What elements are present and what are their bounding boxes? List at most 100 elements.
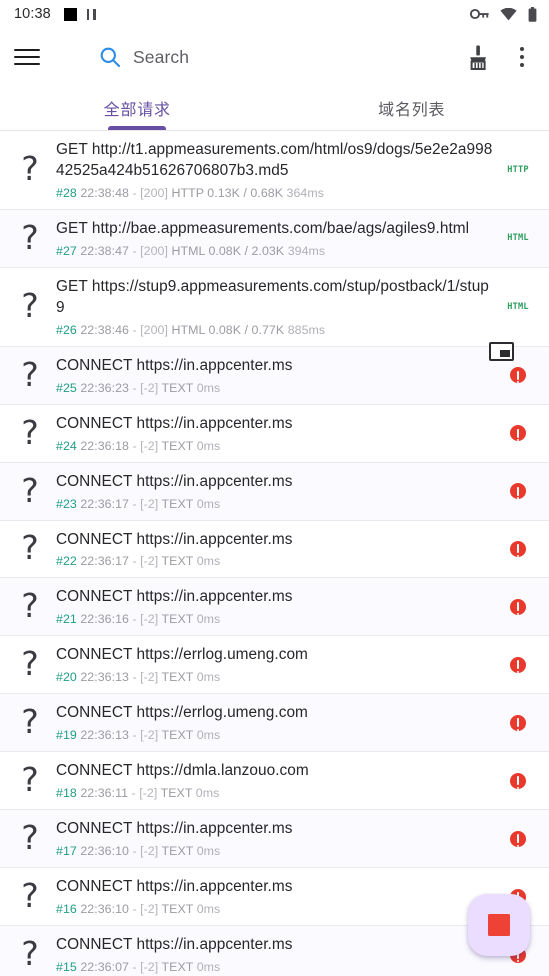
request-index: #26 — [56, 322, 77, 337]
tab-domain-list[interactable]: 域名列表 — [275, 86, 549, 130]
request-url: CONNECT https://in.appcenter.ms — [56, 820, 293, 838]
request-body: CONNECT https://in.appcenter.ms #22 22:36… — [56, 521, 497, 578]
request-body: CONNECT https://in.appcenter.ms #23 22:36… — [56, 463, 497, 520]
request-body: CONNECT https://in.appcenter.ms #16 22:36… — [56, 868, 497, 925]
request-type: TEXT — [161, 612, 194, 627]
request-row[interactable]: ? CONNECT https://errlog.umeng.com #20 22:… — [0, 636, 549, 695]
request-row[interactable]: ? CONNECT https://in.appcenter.ms #17 22:3… — [0, 810, 549, 869]
request-body: CONNECT https://dmla.lanzouo.com #18 22:3… — [56, 752, 497, 809]
request-status: - [-2] — [131, 786, 158, 801]
request-row[interactable]: ? CONNECT https://in.appcenter.ms #25 22:3… — [0, 346, 549, 405]
request-row[interactable]: ? CONNECT https://errlog.umeng.com #19 22:… — [0, 694, 549, 753]
request-badge-slot — [497, 714, 539, 731]
request-index: #20 — [56, 670, 77, 685]
request-body: CONNECT https://errlog.umeng.com #19 22:3… — [56, 694, 497, 751]
request-row[interactable]: ? GET http://bae.appmeasurements.com/bae/… — [0, 209, 549, 268]
request-duration: 0ms — [196, 960, 221, 974]
request-time: 22:36:10 — [80, 844, 129, 859]
request-type: TEXT — [161, 670, 194, 685]
protocol-badge: HTML — [507, 233, 529, 244]
unknown-app-icon: ? — [21, 354, 39, 394]
request-row[interactable]: ? CONNECT https://in.appcenter.ms #22 22:3… — [0, 520, 549, 579]
request-body: CONNECT https://in.appcenter.ms #21 22:36… — [56, 578, 497, 635]
request-time: 22:36:18 — [80, 438, 129, 453]
request-body: GET https://stup9.appmeasurements.com/st… — [56, 268, 497, 346]
search-input[interactable]: Search — [99, 46, 466, 68]
request-duration: 0ms — [195, 786, 220, 801]
request-time: 22:38:48 — [80, 185, 129, 200]
request-badge-slot — [497, 483, 539, 500]
error-badge-icon — [510, 367, 526, 384]
request-body: CONNECT https://in.appcenter.ms #15 22:36… — [56, 926, 497, 976]
request-time: 22:36:10 — [80, 902, 129, 917]
request-meta: #16 22:36:10 - [-2] TEXT 0ms — [56, 902, 497, 916]
request-index: #23 — [56, 496, 77, 511]
request-row[interactable]: ? CONNECT https://dmla.lanzouo.com #18 22:… — [0, 752, 549, 811]
request-meta: #18 22:36:11 - [-2] TEXT 0ms — [56, 786, 497, 800]
request-time: 22:36:17 — [80, 554, 129, 569]
request-time: 22:36:11 — [80, 786, 129, 801]
request-row[interactable]: ? CONNECT https://in.appcenter.ms #24 22:3… — [0, 404, 549, 463]
request-duration: 0ms — [196, 612, 221, 627]
request-index: #16 — [56, 902, 77, 917]
request-row[interactable]: ? CONNECT https://in.appcenter.ms #16 22:3… — [0, 868, 549, 927]
request-row[interactable]: ? CONNECT https://in.appcenter.ms #21 22:3… — [0, 578, 549, 637]
broom-clean-icon[interactable] — [466, 44, 491, 71]
request-time: 22:38:47 — [80, 243, 129, 258]
unknown-app-icon: ? — [21, 760, 39, 800]
request-type: HTML — [171, 322, 205, 337]
error-badge-icon — [510, 540, 526, 557]
request-url: CONNECT https://errlog.umeng.com — [56, 646, 308, 664]
request-meta: #19 22:36:13 - [-2] TEXT 0ms — [56, 728, 497, 742]
error-badge-icon — [510, 598, 526, 615]
request-row[interactable]: ? CONNECT https://in.appcenter.ms #23 22:3… — [0, 462, 549, 521]
hamburger-menu-icon[interactable] — [14, 42, 44, 72]
error-badge-icon — [510, 772, 526, 789]
app-root: 10:38 Search 全部请求 域名列表 ? GET http://t1.a… — [0, 0, 549, 976]
request-time: 22:36:13 — [80, 670, 129, 685]
request-list[interactable]: ? GET http://t1.appmeasurements.com/html/… — [0, 131, 549, 976]
search-placeholder-text: Search — [133, 46, 190, 67]
request-badge-slot: HTTP — [497, 165, 539, 175]
tab-all-requests-label: 全部请求 — [103, 102, 171, 119]
request-index: #15 — [56, 960, 77, 974]
request-row[interactable]: ? CONNECT https://in.appcenter.ms #15 22:3… — [0, 926, 549, 976]
request-url: CONNECT https://dmla.lanzouo.com — [56, 762, 309, 780]
request-status: - [-2] — [132, 728, 159, 743]
request-size: 0.08K / 0.77K — [208, 322, 285, 337]
request-meta: #17 22:36:10 - [-2] TEXT 0ms — [56, 844, 497, 858]
request-url: CONNECT https://in.appcenter.ms — [56, 530, 293, 548]
pause-icon — [86, 8, 96, 20]
request-index: #21 — [56, 612, 77, 627]
unknown-app-icon: ? — [21, 149, 39, 189]
search-icon — [100, 47, 121, 68]
picture-in-picture-icon[interactable] — [489, 342, 514, 361]
request-index: #28 — [56, 185, 77, 200]
request-url: CONNECT https://in.appcenter.ms — [56, 588, 293, 606]
request-index: #27 — [56, 243, 77, 258]
app-bar: Search — [0, 28, 549, 86]
request-type: TEXT — [161, 554, 194, 569]
request-meta: #26 22:38:46 - [200] HTML 0.08K / 0.77K … — [56, 323, 497, 337]
request-time: 22:36:23 — [80, 380, 129, 395]
request-row[interactable]: ? GET https://stup9.appmeasurements.com/s… — [0, 267, 549, 347]
request-meta: #15 22:36:07 - [-2] TEXT 0ms — [56, 960, 497, 974]
request-time: 22:38:46 — [80, 322, 129, 337]
more-vertical-icon[interactable] — [511, 45, 533, 69]
status-bar-system-icons — [470, 6, 537, 22]
tab-all-requests[interactable]: 全部请求 — [0, 86, 275, 130]
request-index: #25 — [56, 380, 77, 395]
request-row[interactable]: ? GET http://t1.appmeasurements.com/html/… — [0, 131, 549, 210]
request-duration: 0ms — [196, 438, 221, 453]
tab-active-indicator — [108, 126, 167, 130]
request-meta: #24 22:36:18 - [-2] TEXT 0ms — [56, 439, 497, 453]
request-status: - [-2] — [132, 380, 159, 395]
request-type: TEXT — [161, 960, 194, 974]
request-type: HTML — [171, 243, 205, 258]
unknown-app-icon: ? — [21, 586, 39, 626]
request-duration: 885ms — [287, 322, 326, 337]
request-type: TEXT — [161, 380, 194, 395]
request-type: TEXT — [161, 844, 194, 859]
unknown-app-icon: ? — [21, 934, 39, 974]
stop-capture-fab[interactable] — [468, 894, 530, 956]
